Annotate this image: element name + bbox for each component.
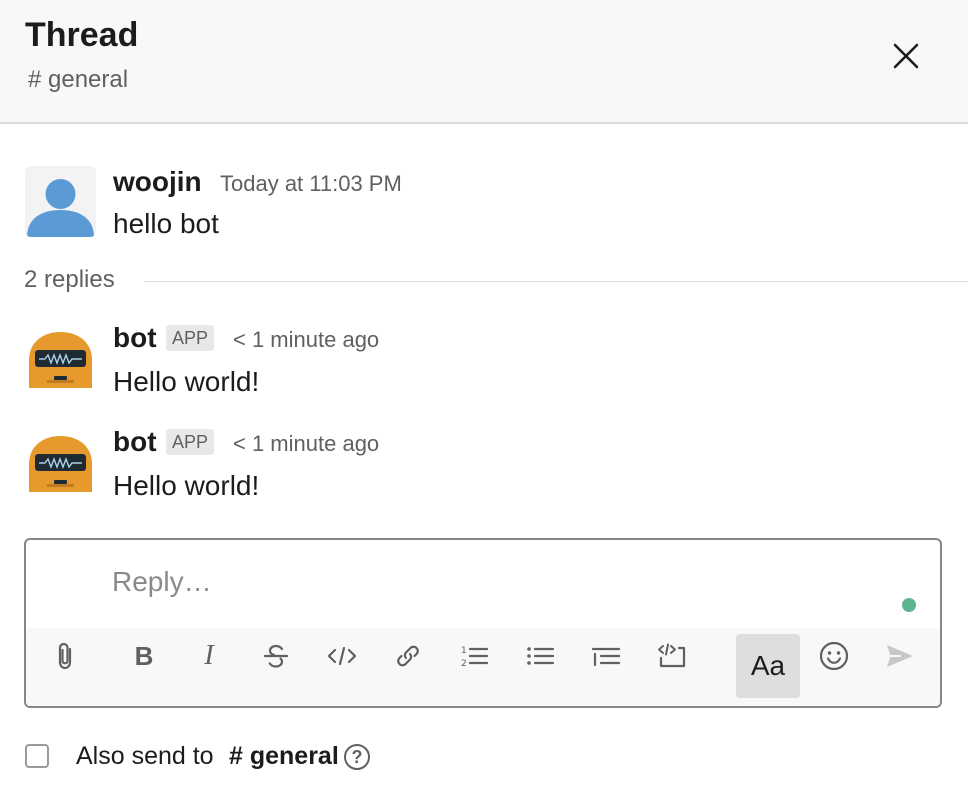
replies-count: 2 replies bbox=[24, 266, 115, 293]
message-text: Hello world! bbox=[113, 366, 260, 397]
attachment-icon[interactable] bbox=[46, 636, 86, 676]
link-icon[interactable] bbox=[388, 636, 428, 676]
send-icon[interactable] bbox=[880, 636, 920, 676]
also-send-label[interactable]: Also send to bbox=[76, 742, 214, 771]
also-send-channel[interactable]: # general bbox=[229, 742, 339, 771]
presence-dot bbox=[902, 598, 916, 612]
message-timestamp[interactable]: Today at 11:03 PM bbox=[220, 171, 402, 197]
formatting-toggle[interactable]: Aa bbox=[736, 634, 800, 698]
numbered-list-icon[interactable]: 1 2 bbox=[454, 636, 494, 676]
code-icon[interactable] bbox=[322, 636, 362, 676]
thread-title: Thread bbox=[25, 16, 139, 54]
help-icon[interactable]: ? bbox=[344, 744, 370, 770]
bold-icon[interactable]: B bbox=[124, 636, 164, 676]
message-text: Hello world! bbox=[113, 470, 260, 501]
message-timestamp[interactable]: < 1 minute ago bbox=[233, 327, 379, 353]
bot-avatar[interactable] bbox=[25, 432, 96, 503]
app-badge: APP bbox=[166, 429, 215, 455]
user-avatar[interactable] bbox=[25, 166, 96, 237]
reply-message: bot APP < 1 minute ago Hello world! bbox=[0, 322, 968, 402]
italic-icon[interactable]: I bbox=[189, 636, 229, 676]
replies-divider: 2 replies bbox=[24, 266, 968, 296]
parent-message: woojin Today at 11:03 PM hello bot bbox=[0, 166, 968, 246]
divider-line bbox=[144, 281, 968, 282]
reply-input[interactable] bbox=[112, 566, 812, 598]
thread-header: Thread # general bbox=[0, 0, 968, 124]
blockquote-icon[interactable] bbox=[586, 636, 626, 676]
app-badge: APP bbox=[166, 325, 215, 351]
message-timestamp[interactable]: < 1 minute ago bbox=[233, 431, 379, 457]
bulleted-list-icon[interactable] bbox=[520, 636, 560, 676]
emoji-icon[interactable] bbox=[814, 636, 854, 676]
close-icon[interactable] bbox=[886, 36, 926, 76]
svg-text:1: 1 bbox=[461, 646, 467, 656]
message-author[interactable]: woojin bbox=[113, 166, 202, 198]
svg-text:2: 2 bbox=[461, 659, 467, 669]
thread-channel-link[interactable]: # general bbox=[28, 66, 128, 94]
bot-avatar[interactable] bbox=[25, 328, 96, 399]
message-author[interactable]: bot bbox=[113, 426, 157, 458]
strikethrough-icon[interactable] bbox=[256, 636, 296, 676]
reply-message: bot APP < 1 minute ago Hello world! bbox=[0, 426, 968, 506]
message-text: hello bot bbox=[113, 208, 219, 239]
also-send-checkbox[interactable] bbox=[25, 744, 49, 768]
code-block-icon[interactable] bbox=[652, 636, 692, 676]
reply-composer: B I 1 2 bbox=[24, 538, 942, 708]
message-author[interactable]: bot bbox=[113, 322, 157, 354]
composer-toolbar: B I 1 2 Aa bbox=[26, 628, 940, 706]
also-send-row: Also send to # general ? bbox=[24, 740, 624, 776]
